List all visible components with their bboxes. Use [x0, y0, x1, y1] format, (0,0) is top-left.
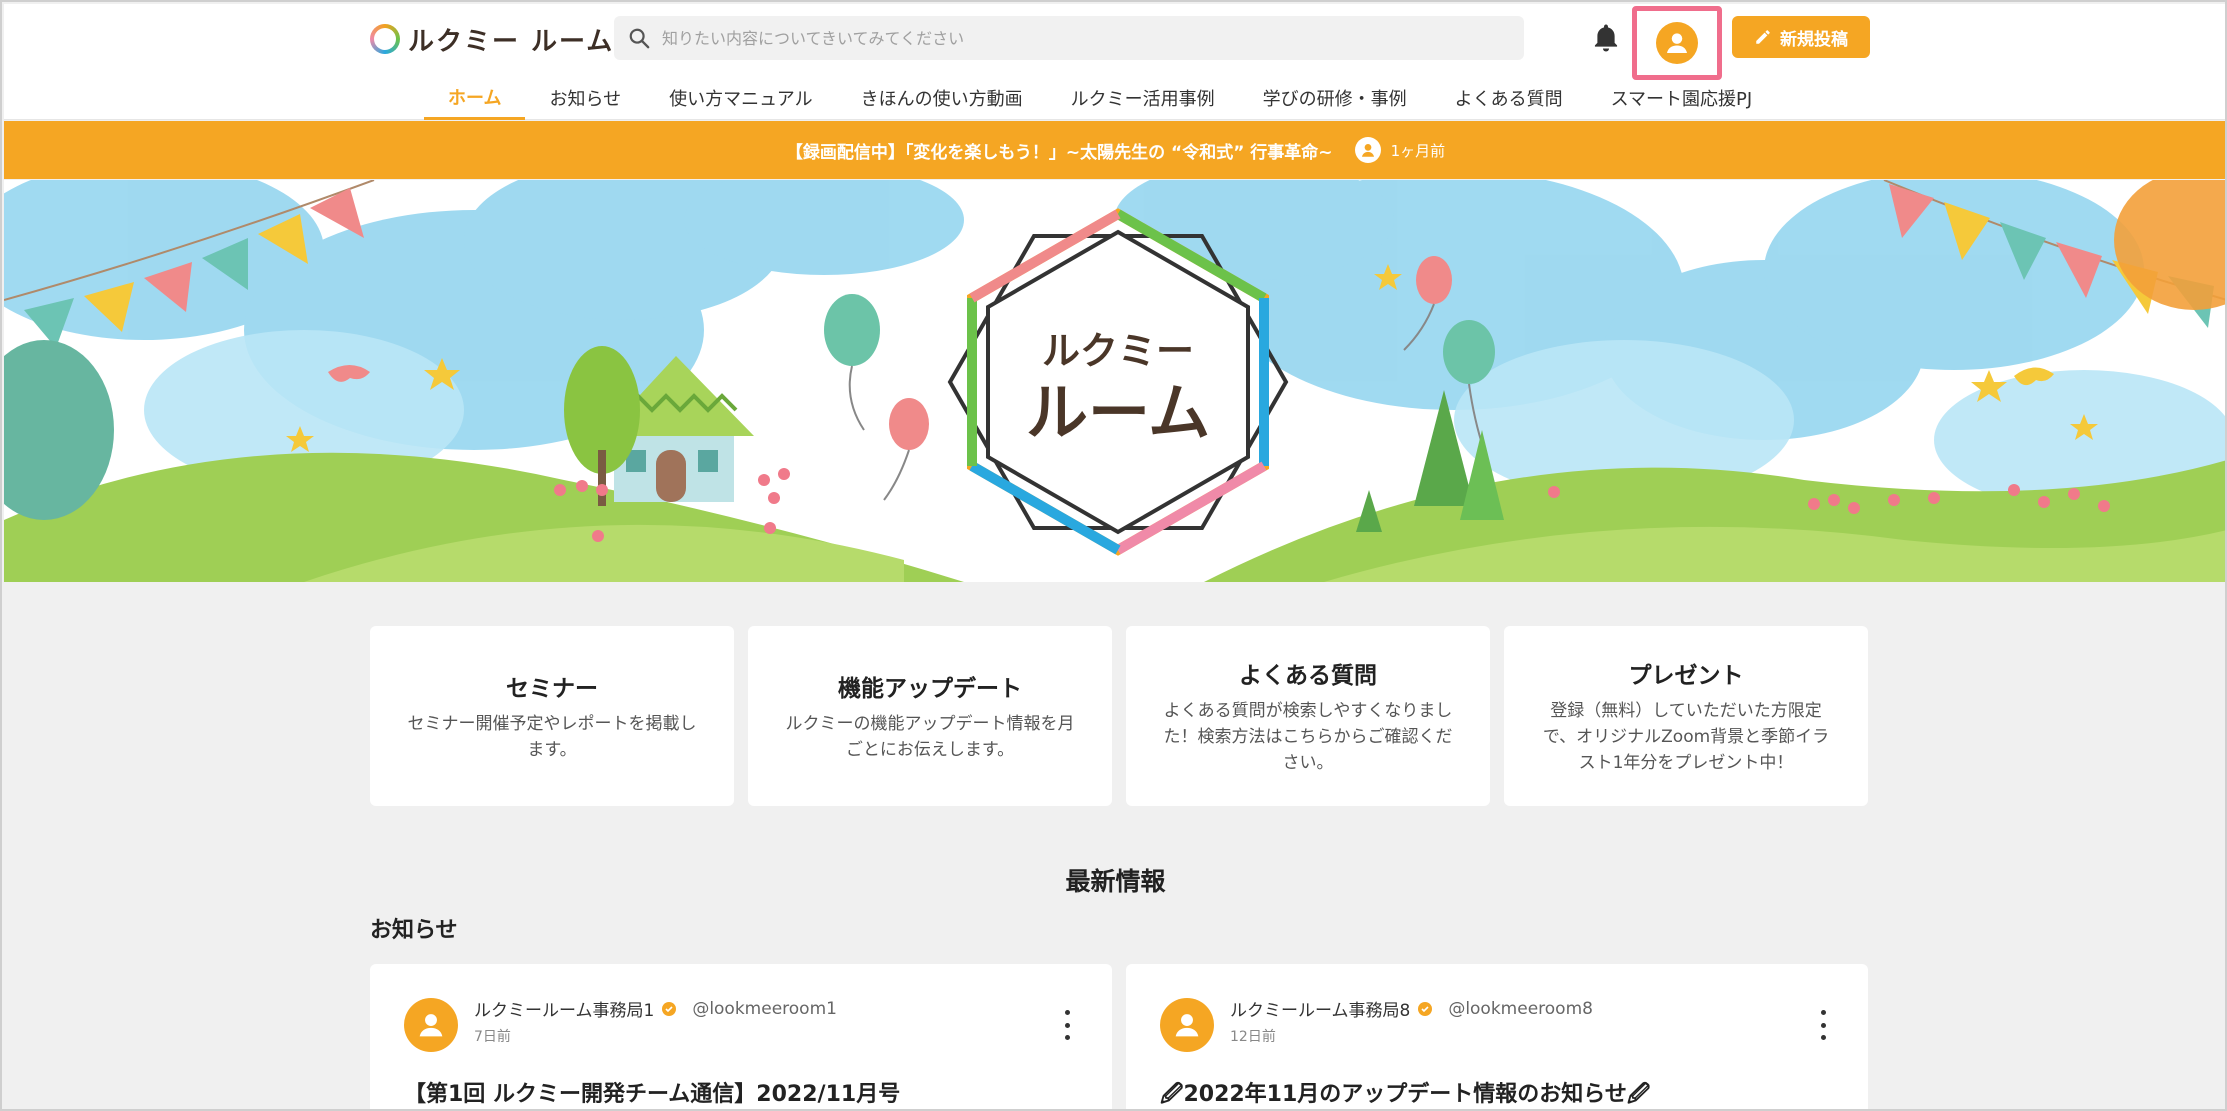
post-author[interactable]: ルクミールーム事務局1 @lookmeeroom1	[474, 996, 837, 1022]
card-present[interactable]: プレゼント 登録（無料）していただいた方限定で、オリジナルZoom背景と季節イラ…	[1504, 626, 1868, 806]
user-icon	[1361, 144, 1374, 157]
avatar[interactable]	[1160, 998, 1214, 1052]
card-feature-update[interactable]: 機能アップデート ルクミーの機能アップデート情報を月ごとにお伝えします。	[748, 626, 1112, 806]
logo-ring-icon	[370, 24, 400, 54]
post-time: 7日前	[474, 1029, 511, 1045]
hero-logo-line2: ルーム	[1026, 376, 1210, 449]
post-card[interactable]: ルクミールーム事務局1 @lookmeeroom1 7日前 【第1回 ルクミー開…	[370, 964, 1112, 1109]
card-description: 登録（無料）していただいた方限定で、オリジナルZoom背景と季節イラスト1年分を…	[1542, 701, 1830, 773]
post-card[interactable]: ルクミールーム事務局8 @lookmeeroom8 12日前 🖉2022年11月…	[1126, 964, 1868, 1109]
post-title[interactable]: 🖉2022年11月のアップデート情報のお知らせ🖉	[1160, 1076, 1650, 1109]
post-list: ルクミールーム事務局1 @lookmeeroom1 7日前 【第1回 ルクミー開…	[370, 964, 1868, 1109]
hero-illustration: ルクミー ルーム	[4, 180, 2225, 582]
card-faq[interactable]: よくある質問 よくある質問が検索しやすくなりました！検索方法はこちらからご確認く…	[1126, 626, 1490, 806]
hero-banner: ルクミー ルーム	[4, 180, 2225, 582]
bell-icon	[1594, 24, 1618, 52]
nav-tab-manual[interactable]: 使い方マニュアル	[645, 76, 836, 120]
card-title: セミナー	[506, 676, 598, 702]
announcement-avatar	[1354, 137, 1381, 163]
search-input[interactable]	[662, 28, 1482, 48]
search-icon	[629, 28, 650, 49]
card-title: プレゼント	[1628, 663, 1744, 689]
announcement-banner[interactable]: 【録画配信中】「変化を楽しもう！」~太陽先生の “令和式” 行事革命~ 1ヶ月前	[4, 121, 2225, 179]
latest-info-title: 最新情報	[1065, 867, 1166, 896]
announcement-time: 1ヶ月前	[1390, 141, 1446, 160]
author-name: ルクミールーム事務局8	[1230, 1001, 1411, 1021]
author-handle: @lookmeeroom8	[1448, 998, 1593, 1019]
category-cards: セミナー セミナー開催予定やレポートを掲載します。 機能アップデート ルクミーの…	[370, 626, 1868, 806]
nav-tab-case-studies[interactable]: ルクミー活用事例	[1047, 76, 1239, 120]
announcement-meta: 1ヶ月前	[1354, 137, 1446, 163]
app-frame: ルクミー ルーム 知りたい内容についてきいてみてください 新規投稿 ホーム お知…	[0, 0, 2227, 1111]
author-handle: @lookmeeroom1	[692, 998, 837, 1019]
logo-text: ルクミー ルーム	[408, 26, 615, 57]
top-header: ルクミー ルーム 知りたい内容についてきいてみてください 新規投稿 ホーム お知…	[4, 4, 2225, 120]
post-author[interactable]: ルクミールーム事務局8 @lookmeeroom8	[1230, 996, 1593, 1022]
site-logo[interactable]: ルクミー ルーム	[370, 20, 614, 58]
card-description: よくある質問が検索しやすくなりました！検索方法はこちらからご確認ください。	[1163, 701, 1453, 773]
announcement-text: 【録画配信中】「変化を楽しもう！」~太陽先生の “令和式” 行事革命~	[785, 142, 1333, 163]
pencil-icon	[1756, 30, 1770, 44]
news-section-title: お知らせ	[370, 918, 458, 943]
search-bar[interactable]	[614, 16, 1524, 60]
nav-tab-smart-project[interactable]: スマート園応援PJ	[1587, 76, 1777, 120]
new-post-button[interactable]: 新規投稿	[1732, 16, 1870, 58]
nav-tab-home[interactable]: ホーム	[424, 76, 526, 120]
post-title[interactable]: 【第1回 ルクミー開発チーム通信】2022/11月号	[404, 1076, 900, 1108]
card-title: 機能アップデート	[838, 676, 1022, 702]
post-time: 12日前	[1230, 1029, 1276, 1045]
main-nav: ホーム お知らせ 使い方マニュアル きほんの使い方動画 ルクミー活用事例 学びの…	[424, 76, 1776, 120]
card-seminar[interactable]: セミナー セミナー開催予定やレポートを掲載します。	[370, 626, 734, 806]
nav-tab-faq[interactable]: よくある質問	[1431, 76, 1587, 120]
hero-logo-line1: ルクミー	[1042, 329, 1194, 373]
user-icon	[419, 1014, 443, 1037]
user-avatar-button[interactable]	[1632, 6, 1722, 80]
more-options-icon[interactable]	[1062, 1010, 1072, 1040]
author-name: ルクミールーム事務局1	[474, 1001, 655, 1021]
nav-tab-training[interactable]: 学びの研修・事例	[1239, 76, 1431, 120]
new-post-label: 新規投稿	[1780, 29, 1848, 50]
user-icon	[1175, 1014, 1199, 1037]
user-icon	[1667, 33, 1687, 53]
avatar[interactable]	[404, 998, 458, 1052]
card-title: よくある質問	[1239, 663, 1377, 689]
nav-tab-basic-videos[interactable]: きほんの使い方動画	[837, 76, 1047, 120]
card-description: ルクミーの機能アップデート情報を月ごとにお伝えします。	[785, 714, 1075, 760]
nav-tab-news[interactable]: お知らせ	[525, 76, 645, 120]
verified-badge-icon	[662, 1001, 677, 1016]
avatar	[1656, 22, 1698, 64]
notification-bell-button[interactable]	[1586, 18, 1626, 58]
card-description: セミナー開催予定やレポートを掲載します。	[407, 714, 697, 760]
more-options-icon[interactable]	[1818, 1010, 1828, 1040]
verified-badge-icon	[1418, 1001, 1433, 1016]
